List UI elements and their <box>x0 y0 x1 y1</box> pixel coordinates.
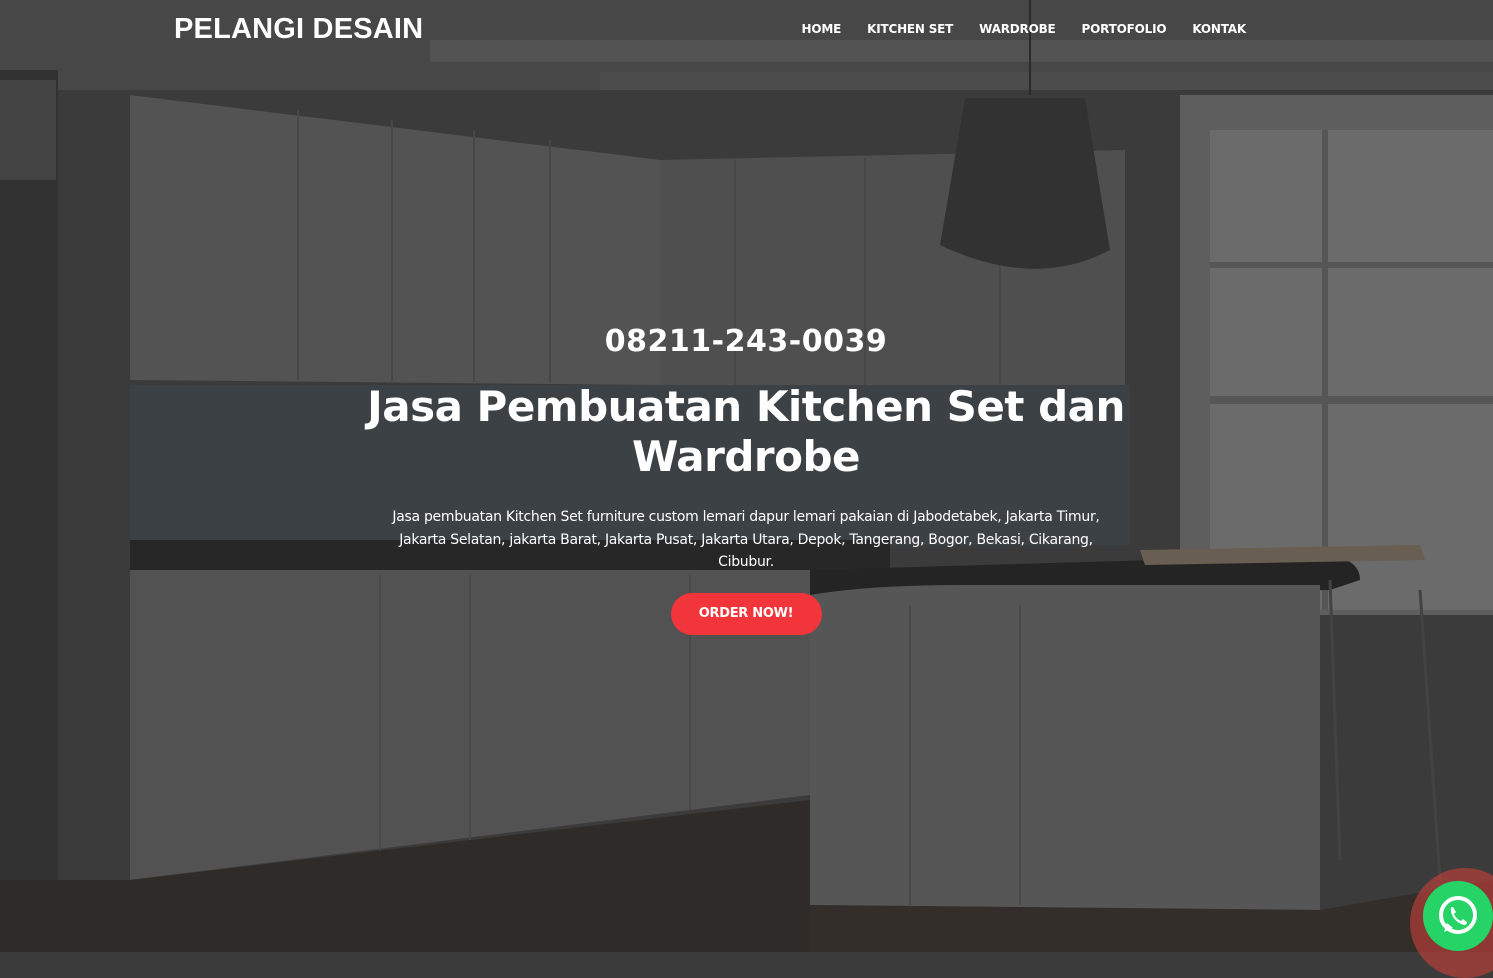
main-nav: HOME KITCHEN SET WARDROBE PORTOFOLIO KON… <box>776 22 1247 36</box>
order-now-button[interactable]: ORDER NOW! <box>670 592 822 635</box>
brand-logo[interactable]: PELANGI DESAIN <box>174 13 423 46</box>
nav-kitchen-set[interactable]: KITCHEN SET <box>867 22 953 36</box>
hero-description: Jasa pembuatan Kitchen Set furniture cus… <box>392 509 1100 570</box>
whatsapp-button[interactable] <box>1423 881 1493 951</box>
nav-kontak[interactable]: KONTAK <box>1192 22 1246 36</box>
whatsapp-icon <box>1439 896 1477 934</box>
hero-title: Jasa Pembuatan Kitchen Set dan Wardrobe <box>367 382 1125 481</box>
nav-wardrobe[interactable]: WARDROBE <box>979 22 1056 36</box>
top-navbar: PELANGI DESAIN HOME KITCHEN SET WARDROBE… <box>0 0 1493 62</box>
hero-phone-number: 08211-243-0039 <box>604 324 888 359</box>
nav-home[interactable]: HOME <box>802 22 842 36</box>
hero-content: 08211-243-0039 Jasa Pembuatan Kitchen Se… <box>346 320 1146 635</box>
nav-portofolio[interactable]: PORTOFOLIO <box>1082 22 1167 36</box>
